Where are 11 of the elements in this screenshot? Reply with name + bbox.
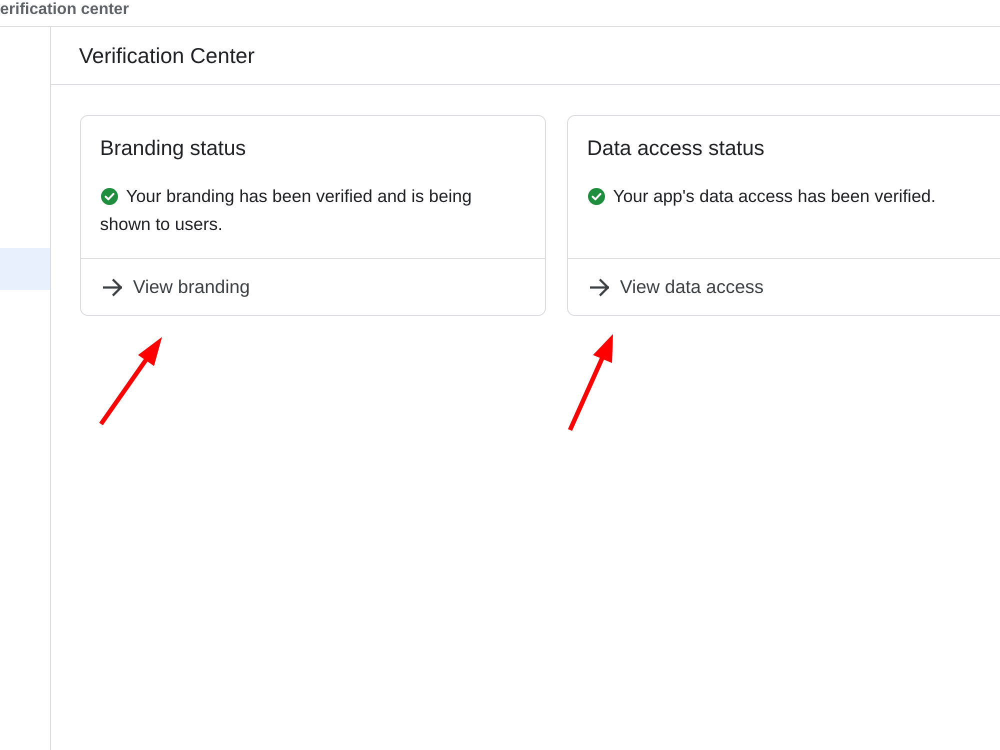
view-link[interactable]: View branding: [103, 275, 250, 299]
section-heading: Verification Center: [79, 42, 255, 70]
arrow-right-icon: [590, 278, 609, 296]
sidebar-item[interactable]: [0, 248, 50, 290]
status-message: Your app's data access has been verified.: [613, 186, 936, 206]
card-title: Data access status: [587, 136, 764, 162]
page-title: erification center: [0, 0, 129, 20]
card-title: Branding status: [100, 136, 246, 162]
status-message: Your branding has been verified and is being shown to users.: [100, 186, 472, 234]
arrow-right-icon: [103, 278, 122, 296]
view-link[interactable]: View data access: [590, 275, 764, 299]
